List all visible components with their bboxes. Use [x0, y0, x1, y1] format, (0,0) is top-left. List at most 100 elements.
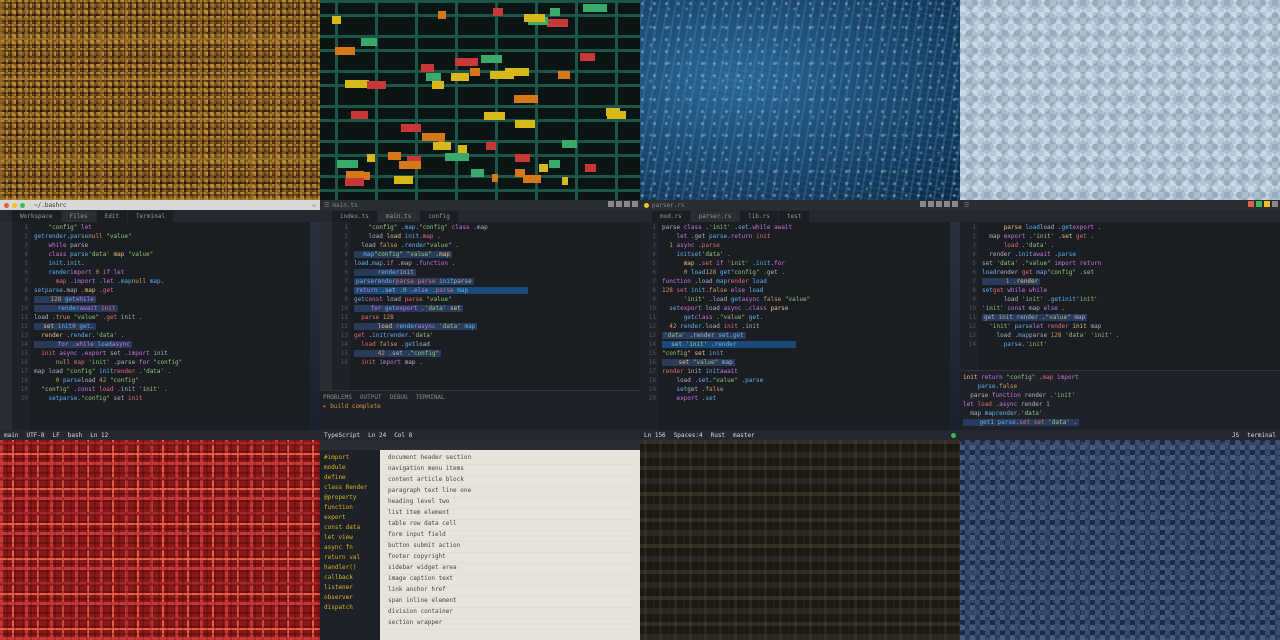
list-item[interactable]: const data [322, 524, 378, 534]
tab-workspace[interactable]: Workspace [12, 211, 61, 222]
code-line[interactable]: load renderasync 'data' map [354, 323, 636, 332]
menu-icon[interactable]: ▭ [312, 202, 316, 209]
status-item[interactable]: Col 8 [394, 432, 412, 439]
list-item[interactable]: dispatch [322, 604, 378, 614]
list-item[interactable]: link anchor href [384, 586, 636, 597]
code-line[interactable]: render .initawait .parse [982, 251, 1276, 260]
tab-index.ts[interactable]: index.ts [332, 211, 377, 222]
code-line[interactable]: map load "config" initrender .'data' . [34, 368, 316, 377]
code-line[interactable]: load 'init' .getinit'init' [982, 296, 1276, 305]
code-line[interactable]: map maprender.'data' [963, 410, 1277, 419]
code-line[interactable]: 42 render.load init .init [662, 323, 956, 332]
code-line[interactable]: setexport load async .class parse [662, 305, 956, 314]
list-item[interactable]: span inline element [384, 597, 636, 608]
code-line[interactable]: null map 'init' .parse for "config" [34, 359, 316, 368]
window-titlebar[interactable]: ~/.bashrc ▭ [0, 200, 320, 210]
code-line[interactable]: set 'data' ."value" import return [982, 260, 1276, 269]
code-line[interactable]: load false .render"value" . [354, 242, 636, 251]
panel-toolbar[interactable] [320, 440, 640, 450]
status-bar[interactable]: Ln 156Spaces:4Rustmaster [640, 430, 960, 440]
code-line[interactable]: get .initrender.'data' [354, 332, 636, 341]
code-line[interactable]: 128 set init.false else load [662, 287, 956, 296]
list-item[interactable]: listener [322, 584, 378, 594]
code-line[interactable]: 0 load128 get"config" .get . [662, 269, 956, 278]
code-line[interactable]: loadrender get map"config" .set [982, 269, 1276, 278]
list-item[interactable]: export [322, 514, 378, 524]
code-area[interactable]: parse loadload .getexport . map export .… [978, 222, 1280, 370]
code-line[interactable]: render .render.'data' . [34, 332, 316, 341]
code-line[interactable]: 1 async .parse [662, 242, 956, 251]
document-list[interactable]: document header sectionnavigation menu i… [380, 450, 640, 640]
list-item[interactable]: module [322, 464, 378, 474]
close-icon[interactable] [4, 203, 9, 208]
code-line[interactable]: render init initawait [662, 368, 956, 377]
status-item[interactable]: LF [53, 432, 60, 439]
status-item[interactable]: terminal [1247, 432, 1276, 439]
code-line[interactable]: init async .export set .import init [34, 350, 316, 359]
minimap[interactable] [310, 222, 320, 430]
list-item[interactable]: handler() [322, 564, 378, 574]
panel[interactable]: init return "config" .map import parse.f… [960, 370, 1280, 430]
code-line[interactable]: parse.'init' [982, 341, 1276, 350]
tab-bar[interactable]: WorkspaceFilesEditTerminal [0, 210, 320, 222]
status-item[interactable]: Ln 156 [644, 432, 666, 439]
code-line[interactable]: parse 128 [354, 314, 636, 323]
activity-bar[interactable] [320, 222, 332, 390]
code-line[interactable]: let .get parse.return init [662, 233, 956, 242]
code-line[interactable]: renderinit [354, 269, 636, 278]
code-line[interactable]: load.map.if .map .function . [354, 260, 636, 269]
code-line[interactable]: 42 .set ."config" [354, 350, 636, 359]
panel[interactable]: PROBLEMSOUTPUTDEBUGTERMINAL ▸ build comp… [320, 390, 640, 430]
panel-tab[interactable]: OUTPUT [360, 394, 382, 401]
maximize-icon[interactable] [20, 203, 25, 208]
panel-tab[interactable]: DEBUG [390, 394, 408, 401]
status-item[interactable]: main [4, 432, 18, 439]
code-line[interactable]: setparse.map .map .get [34, 287, 316, 296]
code-line[interactable]: get1 parse.set set 'data' . [963, 419, 1277, 428]
list-item[interactable]: image caption text [384, 575, 636, 586]
tab-bar[interactable] [960, 210, 1280, 222]
tab-files[interactable]: Files [62, 211, 96, 222]
code-area[interactable]: "config" .map."config" class .map load l… [350, 222, 640, 390]
list-item[interactable]: class Render [322, 484, 378, 494]
code-line[interactable]: 'init' parselet render init map [982, 323, 1276, 332]
list-item[interactable]: callback [322, 574, 378, 584]
code-line[interactable]: 'data' .render set.get [662, 332, 956, 341]
code-line[interactable]: 0 parseload 42 "config" [34, 377, 316, 386]
code-line[interactable]: function .load maprender load [662, 278, 956, 287]
status-icons[interactable] [1248, 201, 1278, 207]
status-item[interactable]: Ln 24 [368, 432, 386, 439]
tab-parser.rs[interactable]: parser.rs [691, 211, 740, 222]
code-line[interactable]: map .set if 'init' .init.for [662, 260, 956, 269]
code-line[interactable]: set "value" map [662, 359, 956, 368]
code-line[interactable]: init return "config" .map import [963, 374, 1277, 383]
code-line[interactable]: map .import .let .mapnull map. [34, 278, 316, 287]
code-line[interactable]: renderimport 0 if let [34, 269, 316, 278]
code-line[interactable]: "config" set init [662, 350, 956, 359]
window-titlebar[interactable]: parser.rs [640, 200, 960, 210]
minimize-icon[interactable] [12, 203, 17, 208]
address-bar[interactable]: ~/.bashrc [30, 200, 71, 210]
window-titlebar[interactable]: ☰ main.ts [320, 200, 640, 210]
tab-main.ts[interactable]: main.ts [378, 211, 419, 222]
list-item[interactable]: @property [322, 494, 378, 504]
code-line[interactable]: for .while loadasync [34, 341, 316, 350]
code-line[interactable]: parse loadload .getexport . [982, 224, 1276, 233]
list-item[interactable]: footer copyright [384, 553, 636, 564]
code-line[interactable]: 'init' const map else . [982, 305, 1276, 314]
code-line[interactable]: getclass ."value" get. [662, 314, 956, 323]
code-line[interactable]: getrender.parsenull "value" [34, 233, 316, 242]
status-bar[interactable]: mainUTF-8LFbashLn 12 [0, 430, 320, 440]
tab-mod.rs[interactable]: mod.rs [652, 211, 690, 222]
menu-icon[interactable]: ☰ [964, 202, 969, 209]
code-line[interactable]: set init0 get. [34, 323, 316, 332]
code-line[interactable]: get init render ."value" map [982, 314, 1276, 323]
minimap[interactable] [950, 222, 960, 430]
sidebar-list[interactable]: #importmoduledefineclass Render@property… [320, 450, 380, 640]
code-line[interactable]: load false .getload [354, 341, 636, 350]
code-line[interactable]: setget while while [982, 287, 1276, 296]
list-item[interactable]: observer [322, 594, 378, 604]
list-item[interactable]: form input field [384, 531, 636, 542]
code-line[interactable]: "config" .map."config" class .map [354, 224, 636, 233]
list-item[interactable]: button submit action [384, 542, 636, 553]
